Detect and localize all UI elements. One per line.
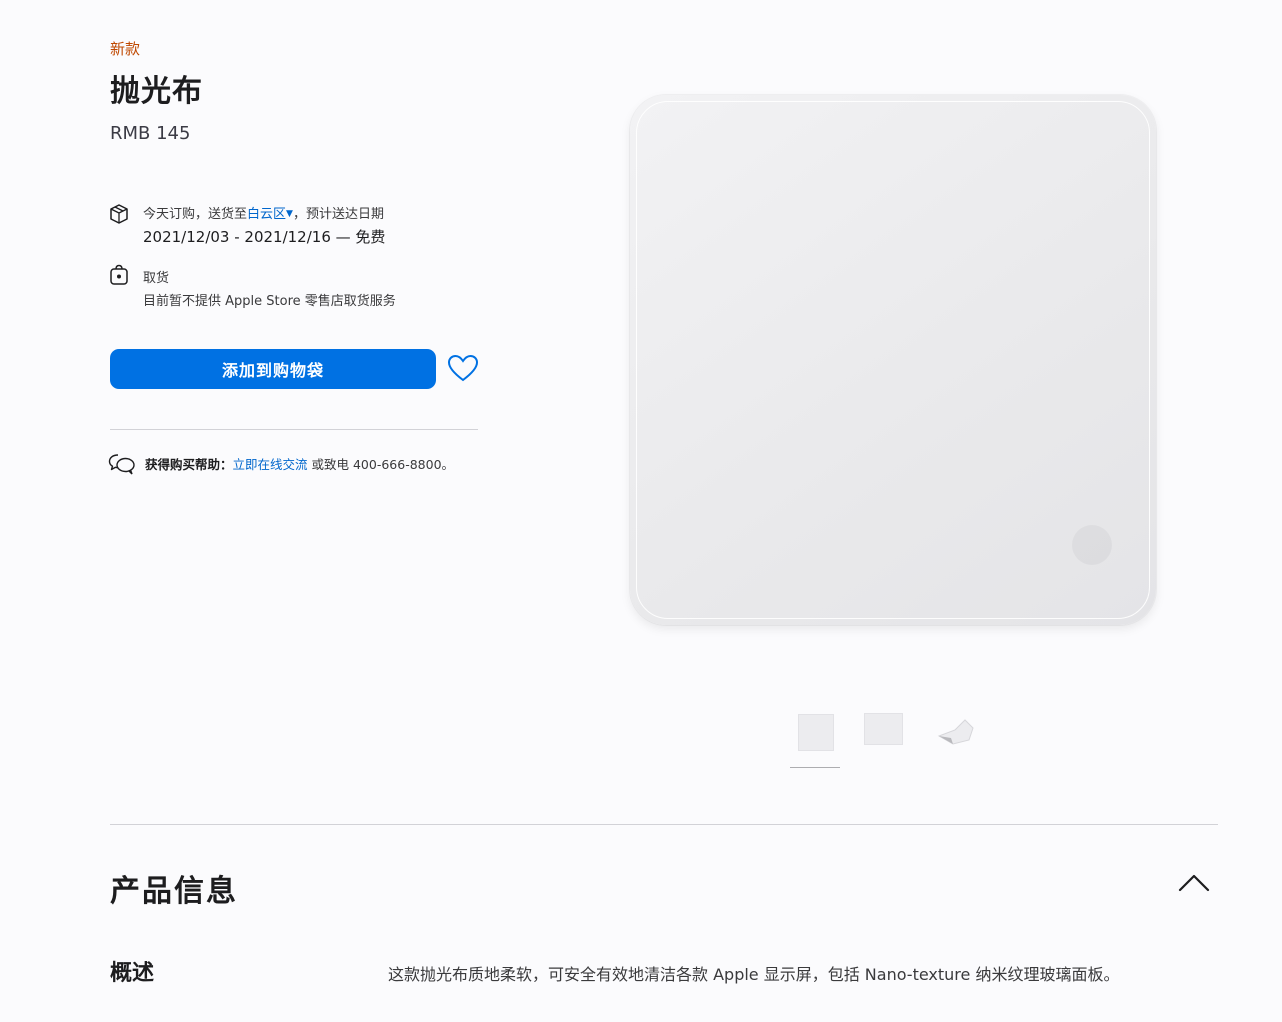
thumbnail-back[interactable]: [865, 714, 902, 744]
purchase-help: 获得购买帮助：立即在线交流 或致电 400-666-8800。: [145, 454, 454, 473]
thumbnail-selected-indicator: [790, 767, 840, 768]
product-image-polishing-cloth: [630, 95, 1156, 625]
product-info-heading: 产品信息: [110, 874, 238, 909]
delivery-suffix: ，预计送达日期: [292, 207, 384, 222]
box-icon: [110, 204, 128, 224]
divider: [110, 429, 478, 430]
delivery-dates: 2021/12/03 - 2021/12/16 — 免费: [143, 228, 386, 246]
store-bag-icon: [110, 264, 128, 285]
product-price: RMB 145: [110, 123, 191, 144]
pickup-note: 目前暂不提供 Apple Store 零售店取货服务: [143, 294, 396, 309]
help-label: 获得购买帮助：: [145, 457, 233, 472]
overview-text: 这款抛光布质地柔软，可安全有效地清洁各款 Apple 显示屏，包括 Nano-t…: [388, 965, 1120, 984]
help-phone-text: 或致电 400-666-8800。: [307, 457, 455, 472]
new-badge: 新款: [110, 40, 141, 58]
pickup-label: 取货: [143, 271, 170, 286]
delivery-location-link[interactable]: 白云区: [247, 207, 286, 222]
thumbnail-folded[interactable]: [935, 716, 975, 746]
chevron-up-icon[interactable]: [1176, 868, 1212, 896]
section-divider: [110, 824, 1218, 825]
thumbnail-front[interactable]: [799, 715, 833, 750]
overview-label: 概述: [110, 961, 155, 986]
location-chevron-icon[interactable]: ▼: [286, 209, 293, 219]
delivery-info: 今天订购，送货至白云区▼，预计送达日期: [143, 203, 384, 222]
add-to-bag-button[interactable]: 添加到购物袋: [110, 349, 436, 389]
apple-logo-emboss: [1072, 525, 1112, 565]
chat-online-link[interactable]: 立即在线交流: [233, 457, 308, 472]
chat-icon: [108, 454, 135, 475]
delivery-prefix: 今天订购，送货至: [143, 207, 248, 222]
product-title: 抛光布: [110, 74, 203, 109]
heart-icon[interactable]: [446, 352, 480, 386]
